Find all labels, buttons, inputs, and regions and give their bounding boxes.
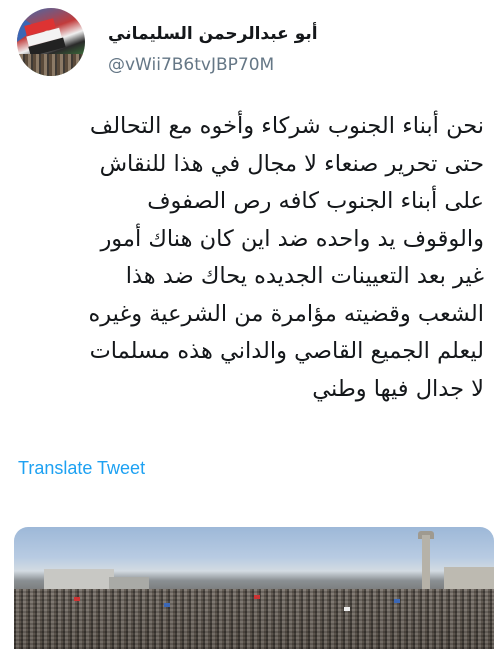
author-avatar[interactable]: [17, 8, 85, 76]
avatar-crowd: [17, 54, 85, 76]
tweet-text-line: والوقوف يد واحده ضد اين كان هناك أمور: [100, 225, 484, 252]
author-handle[interactable]: @vWii7B6tvJBP70M: [108, 55, 274, 75]
author-display-name[interactable]: أبو عبدالرحمن السليماني: [108, 24, 318, 44]
tweet-text-line: حتى تحرير صنعاء لا مجال في هذا للنقاش: [99, 150, 484, 177]
tweet-text-line: غير بعد التعيينات الجديده يحاك ضد هذا: [125, 263, 484, 289]
photo-minaret: [422, 535, 430, 593]
photo-flag: [74, 597, 80, 601]
tweet-text-line: ليعلم الجميع القاصي والداني هذه مسلمات: [89, 338, 484, 364]
tweet-text-line: لا جدال فيها وطني: [312, 375, 484, 402]
photo-flag: [394, 599, 400, 603]
tweet-card: أبو عبدالرحمن السليماني @vWii7B6tvJBP70M…: [0, 0, 500, 649]
translate-tweet-link[interactable]: Translate Tweet: [18, 458, 145, 479]
tweet-text-line: الشعب وقضيته مؤامرة من الشرعية وغيره: [88, 300, 484, 327]
tweet-text-line: نحن أبناء الجنوب شركاء وأخوه مع التحالف: [89, 113, 484, 139]
tweet-media-photo[interactable]: [14, 527, 494, 649]
tweet-text-line: على أبناء الجنوب كافه رص الصفوف: [147, 188, 484, 214]
photo-flag: [254, 595, 260, 599]
photo-flag: [164, 603, 170, 607]
photo-flag: [344, 607, 350, 611]
tweet-text: نحن أبناء الجنوب شركاء وأخوه مع التحالف …: [10, 108, 484, 408]
